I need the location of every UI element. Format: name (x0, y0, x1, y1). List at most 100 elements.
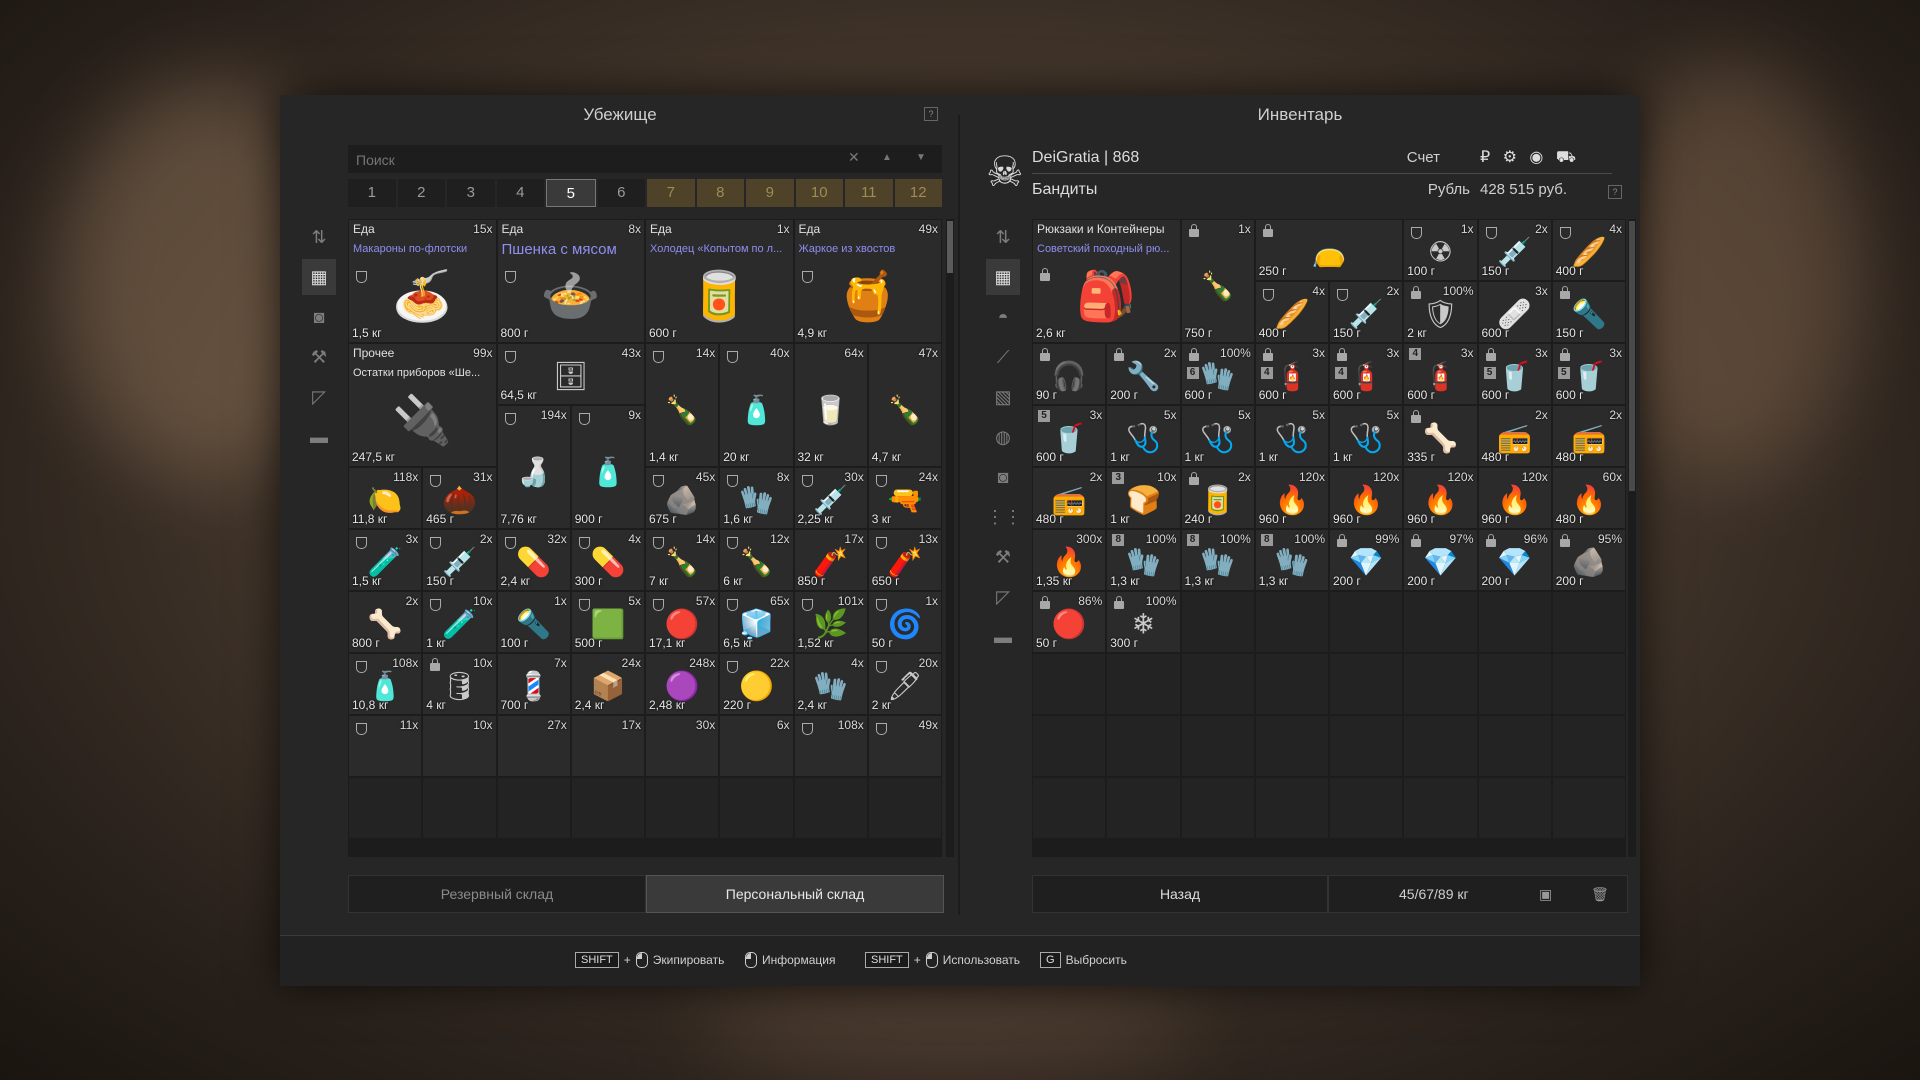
item-slot[interactable]: 🛢 10x 4 кг (422, 653, 497, 715)
item-slot[interactable]: 🍲 Еда Пшенка с мясом 8x 800 г (496, 219, 645, 343)
item-slot[interactable]: 🔴 57x 17,1 кг (645, 591, 720, 653)
item-slot[interactable]: 🧨 17x 850 г (793, 529, 868, 591)
item-slot[interactable]: 🧪 3x 1,5 кг (348, 529, 423, 591)
item-slot[interactable]: 🔥 120x 960 г (1477, 467, 1552, 529)
item-slot[interactable]: 💉 2x 150 г (1477, 219, 1552, 281)
camera-icon[interactable]: ◙ (302, 299, 336, 335)
item-slot[interactable]: 🌰 31x 465 г (422, 467, 497, 529)
inventory-help-icon[interactable]: ? (1608, 185, 1622, 199)
item-slot[interactable]: 📻 2x 480 г (1032, 467, 1107, 529)
item-slot[interactable]: 📦 24x 2,4 кг (570, 653, 645, 715)
item-slot[interactable]: 🔥 120x 960 г (1329, 467, 1404, 529)
item-slot[interactable]: 🔦 150 г (1551, 281, 1626, 343)
item-slot[interactable]: 49x (867, 715, 942, 777)
item-slot[interactable]: 📻 2x 480 г (1477, 405, 1552, 467)
clear-icon[interactable]: ✕ (848, 149, 860, 166)
item-slot[interactable]: 🍾 1x 750 г (1180, 219, 1255, 343)
item-slot[interactable]: 🗄 43x 64,5 кг (496, 343, 645, 405)
page-tab-2[interactable]: 2 (397, 179, 445, 207)
item-slot[interactable]: 💊 32x 2,4 кг (496, 529, 571, 591)
page-tab-11[interactable]: 11 (845, 179, 893, 207)
item-slot[interactable]: 🔥 120x 960 г (1403, 467, 1478, 529)
item-slot[interactable]: 🩹 3x 600 г (1477, 281, 1552, 343)
item-slot[interactable]: 🧯 4 3x 600 г (1329, 343, 1404, 405)
item-slot[interactable]: 🧴 40x 20 кг (719, 343, 794, 467)
item-slot[interactable]: 🔴 86% 50 г (1032, 591, 1107, 653)
item-slot[interactable]: 🩺 5x 1 кг (1180, 405, 1255, 467)
item-slot[interactable]: 10x (422, 715, 497, 777)
item-slot[interactable]: 📻 2x 480 г (1551, 405, 1626, 467)
camera-icon[interactable]: ◙ (986, 459, 1020, 495)
item-slot[interactable]: 🔫 24x 3 кг (867, 467, 942, 529)
item-slot[interactable]: 🧤 8 100% 1,3 кг (1106, 529, 1181, 591)
item-slot[interactable]: 🧤 8x 1,6 кг (719, 467, 794, 529)
item-slot[interactable]: 🩺 5x 1 кг (1254, 405, 1329, 467)
personal-stash-button[interactable]: Персональный склад (646, 875, 944, 913)
tools-icon[interactable]: ⚒ (302, 339, 336, 375)
item-slot[interactable]: 🍶 194x 7,76 кг (496, 405, 571, 529)
reserve-stash-button[interactable]: Резервный склад (348, 875, 646, 913)
page-tab-5[interactable]: 5 (546, 179, 596, 207)
item-slot[interactable]: 🟡 22x 220 г (719, 653, 794, 715)
page-tab-12[interactable]: 12 (894, 179, 942, 207)
item-slot[interactable]: 27x (496, 715, 571, 777)
currency-icons[interactable]: ₽ ⚙ ◉ ⛟ (1480, 147, 1580, 168)
stash-help-icon[interactable]: ? (924, 107, 938, 121)
item-slot[interactable]: 🍾 14x 1,4 кг (645, 343, 720, 467)
page-tab-3[interactable]: 3 (447, 179, 495, 207)
item-slot[interactable]: 🪨 45x 675 г (645, 467, 720, 529)
item-slot[interactable]: 🍝 Еда Макароны по-флотски 15x 1,5 кг (348, 219, 497, 343)
back-button[interactable]: Назад (1032, 875, 1328, 913)
item-slot[interactable]: 💉 2x 150 г (422, 529, 497, 591)
ruler-icon[interactable]: ◸ (302, 379, 336, 415)
grid-icon[interactable]: ▦ (302, 259, 336, 295)
sort-up-icon[interactable]: ▲ (882, 152, 892, 163)
item-slot[interactable]: 🧯 4 3x 600 г (1403, 343, 1478, 405)
box-icon[interactable]: ▬ (986, 619, 1020, 655)
item-slot[interactable]: 🌀 1x 50 г (867, 591, 942, 653)
page-tab-10[interactable]: 10 (795, 179, 843, 207)
grid-icon[interactable]: ▦ (986, 259, 1020, 295)
item-slot[interactable]: 🥤 5 3x 600 г (1477, 343, 1552, 405)
item-slot[interactable]: 🔥 120x 960 г (1254, 467, 1329, 529)
item-slot[interactable]: 🦴 2x 800 г (348, 591, 423, 653)
item-slot[interactable]: 🎧 90 г (1032, 343, 1107, 405)
item-slot[interactable]: 🧨 13x 650 г (867, 529, 942, 591)
item-slot[interactable]: 🥖 4x 400 г (1254, 281, 1329, 343)
page-tab-6[interactable]: 6 (597, 179, 645, 207)
item-slot[interactable]: 💉 2x 150 г (1329, 281, 1404, 343)
item-slot[interactable]: 💊 4x 300 г (570, 529, 645, 591)
item-slot[interactable]: 🪨 95% 200 г (1551, 529, 1626, 591)
item-slot[interactable]: 🧴 108x 10,8 кг (348, 653, 423, 715)
box-icon[interactable]: ▬ (302, 419, 336, 455)
item-slot[interactable]: 🍋 118x 11,8 кг (348, 467, 423, 529)
trash-icon[interactable]: 🗑 (1591, 876, 1609, 912)
item-slot[interactable]: 🛡 100% 2 кг (1403, 281, 1478, 343)
globe-icon[interactable]: ◍ (986, 419, 1020, 455)
item-slot[interactable]: 🧤 4x 2,4 кг (793, 653, 868, 715)
item-slot[interactable]: 🖊 20x 2 кг (867, 653, 942, 715)
armor-icon[interactable]: ▧ (986, 379, 1020, 415)
item-slot[interactable]: 🩺 5x 1 кг (1106, 405, 1181, 467)
item-slot[interactable]: 🟣 248x 2,48 кг (645, 653, 720, 715)
ammo-icon[interactable]: ⋮⋮ (986, 499, 1022, 535)
item-slot[interactable]: 💈 7x 700 г (496, 653, 571, 715)
item-slot[interactable]: 💎 96% 200 г (1477, 529, 1552, 591)
page-tab-4[interactable]: 4 (496, 179, 544, 207)
item-slot[interactable]: 🍾 47x 4,7 кг (867, 343, 942, 467)
item-slot[interactable]: 🔧 2x 200 г (1106, 343, 1181, 405)
item-slot[interactable]: 🍾 14x 7 кг (645, 529, 720, 591)
page-tab-1[interactable]: 1 (348, 179, 396, 207)
item-slot[interactable]: 🌿 101x 1,52 кг (793, 591, 868, 653)
item-slot[interactable]: 🍞 3 10x 1 кг (1106, 467, 1181, 529)
item-slot[interactable]: 💎 97% 200 г (1403, 529, 1478, 591)
item-slot[interactable]: 🥤 5 3x 600 г (1032, 405, 1107, 467)
stash-scroll-thumb[interactable] (947, 221, 953, 273)
item-slot[interactable]: 🍾 12x 6 кг (719, 529, 794, 591)
item-slot[interactable]: 11x (348, 715, 423, 777)
page-tab-7[interactable]: 7 (647, 179, 695, 207)
search-input[interactable] (354, 149, 838, 171)
helmet-icon[interactable]: ◓ (986, 299, 1020, 335)
page-tab-8[interactable]: 8 (696, 179, 744, 207)
item-slot[interactable]: 🧤 6 100% 600 г (1180, 343, 1255, 405)
